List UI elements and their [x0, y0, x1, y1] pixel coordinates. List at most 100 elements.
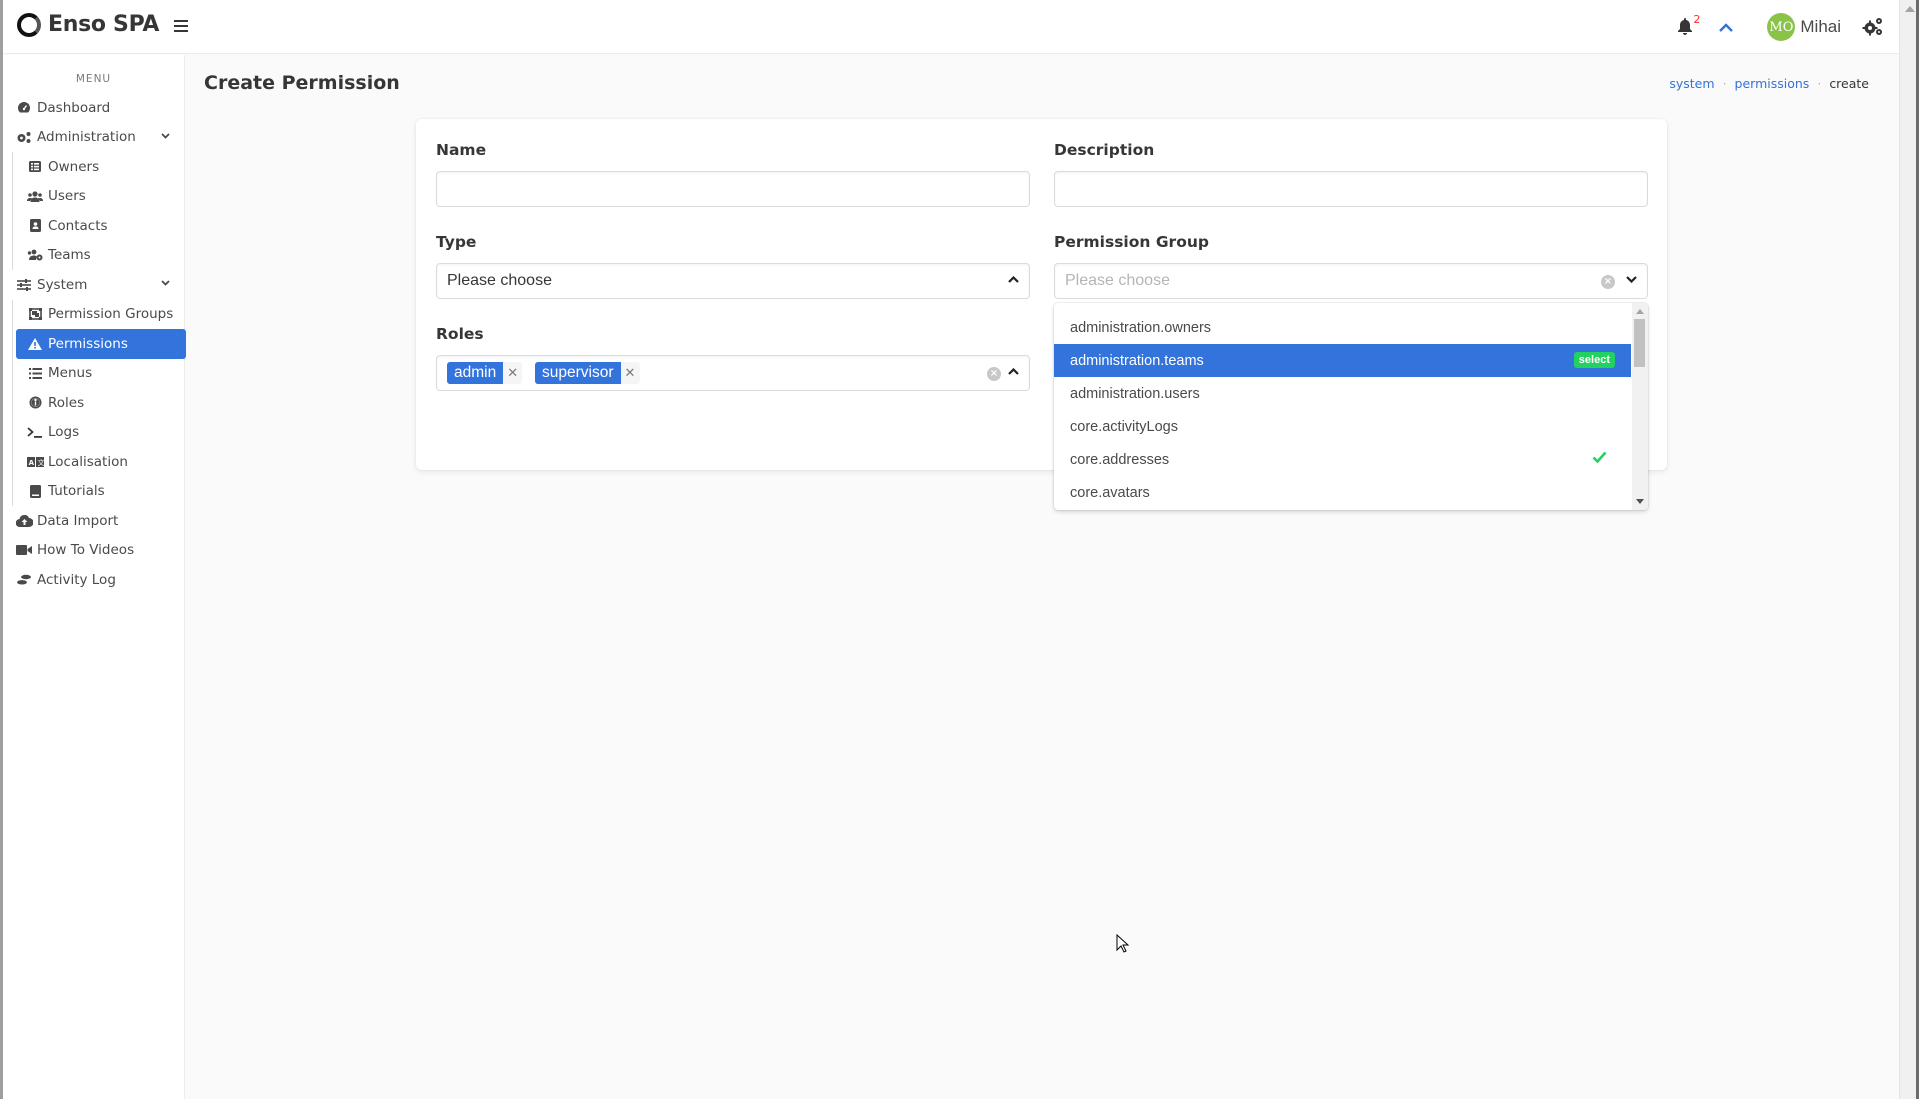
brand[interactable]: Enso SPA [17, 12, 159, 37]
type-selected-value: Please choose [447, 272, 552, 289]
sidebar-item-roles[interactable]: Roles [16, 388, 186, 418]
settings-button[interactable] [1861, 15, 1885, 39]
permission-group-dropdown: administration.owners administration.tea… [1054, 303, 1648, 510]
roles-multiselect[interactable]: admin ✕ supervisor ✕ × [436, 355, 1030, 391]
sidebar-item-dashboard[interactable]: Dashboard [3, 93, 184, 123]
sidebar-toggle-button[interactable] [174, 19, 188, 33]
page-title: Create Permission [204, 72, 400, 94]
video-icon [15, 545, 33, 556]
sidebar-item-system[interactable]: System [3, 270, 184, 300]
permission-group-label: Permission Group [1054, 233, 1209, 251]
check-icon [1592, 450, 1607, 467]
burger-line [174, 30, 188, 32]
option-label: core.addresses [1070, 451, 1170, 468]
sidebar-item-data-import[interactable]: Data Import [3, 506, 184, 536]
top-navbar: Enso SPA 2 MO Mihai [3, 0, 1899, 54]
sidebar-item-owners[interactable]: Owners [16, 152, 186, 182]
sidebar-item-label: Roles [48, 394, 85, 411]
sidebar-item-label: Localisation [48, 453, 128, 470]
sidebar-item-label: Permissions [48, 335, 128, 352]
app-title: Enso SPA [48, 12, 160, 37]
scroll-up-arrow-icon[interactable] [1636, 309, 1644, 314]
type-label: Type [436, 233, 477, 251]
name-field[interactable] [436, 171, 1030, 207]
address-card-icon [26, 219, 44, 233]
scroll-down-arrow-icon[interactable] [1636, 499, 1644, 504]
sidebar-item-label: Contacts [48, 217, 108, 234]
scrollbar-thumb[interactable] [1634, 319, 1645, 367]
notifications-button[interactable]: 2 [1677, 13, 1700, 36]
sidebar-item-label: Tutorials [48, 483, 105, 500]
name-input[interactable] [437, 172, 1029, 206]
page-scrollbar[interactable] [1899, 0, 1919, 1099]
terminal-icon [26, 427, 44, 438]
sidebar-item-administration[interactable]: Administration [3, 123, 184, 153]
sidebar-item-label: Permission Groups [48, 306, 174, 323]
sidebar-item-label: Menus [48, 365, 93, 382]
chevron-up-icon [1008, 365, 1019, 378]
chevron-down-icon [161, 278, 170, 289]
option-label: administration.users [1070, 385, 1200, 402]
cogs-icon [15, 131, 33, 144]
sidebar-item-menus[interactable]: Menus [16, 359, 186, 389]
dropdown-scrollbar[interactable] [1632, 303, 1648, 510]
cloud-upload-icon [15, 514, 33, 527]
menu-label: MENU [75, 73, 112, 85]
breadcrumb-system[interactable]: system [1669, 76, 1714, 91]
option-label: administration.owners [1070, 319, 1212, 336]
scroll-up-arrow-icon[interactable] [1905, 6, 1915, 12]
sidebar-item-logs[interactable]: Logs [16, 418, 186, 448]
dropdown-option[interactable]: administration.owners [1054, 311, 1631, 344]
chevron-down-icon [1626, 273, 1637, 286]
option-label: administration.teams [1070, 352, 1204, 369]
user-name: Mihai [1800, 17, 1841, 36]
sidebar-item-label: Dashboard [37, 99, 111, 116]
role-tag: supervisor ✕ [535, 362, 640, 384]
description-field[interactable] [1054, 171, 1648, 207]
sidebar-item-label: Activity Log [37, 571, 116, 588]
permission-group-select[interactable]: Please choose × [1054, 263, 1648, 299]
object-group-icon [26, 308, 44, 321]
dropdown-option[interactable]: administration.users [1054, 377, 1631, 410]
list-icon [26, 367, 44, 379]
chevron-up-icon[interactable] [1719, 18, 1734, 37]
sidebar-item-contacts[interactable]: Contacts [16, 211, 186, 241]
sidebar-item-tutorials[interactable]: Tutorials [16, 477, 186, 507]
breadcrumb-separator: · [1722, 76, 1727, 91]
remove-tag-icon[interactable]: ✕ [620, 362, 640, 384]
dropdown-option[interactable]: core.avatars [1054, 476, 1631, 509]
users-icon [26, 191, 44, 202]
sidebar-item-how-to-videos[interactable]: How To Videos [3, 536, 184, 566]
chevron-down-icon [161, 131, 170, 142]
clear-icon[interactable]: × [987, 367, 1001, 381]
tachometer-icon [15, 101, 33, 114]
sidebar-item-teams[interactable]: Teams [16, 241, 186, 271]
dropdown-option[interactable]: administration.teams select [1054, 344, 1631, 377]
book-icon [26, 484, 44, 498]
breadcrumb-create: create [1829, 76, 1869, 91]
role-tag-label: supervisor [535, 362, 621, 384]
sidebar-item-permission-groups[interactable]: Permission Groups [16, 300, 186, 330]
sidebar-item-label: Logs [48, 424, 80, 441]
sliders-icon [15, 278, 33, 291]
user-menu[interactable]: MO Mihai [1767, 13, 1861, 41]
svg-text:A: A [28, 459, 34, 467]
dropdown-option[interactable]: core.activityLogs [1054, 410, 1631, 443]
user-circle-icon [26, 396, 44, 409]
warning-icon [26, 337, 44, 350]
burger-line [174, 25, 188, 27]
administration-submenu: Owners Users Contacts Teams [12, 152, 186, 270]
type-select[interactable]: Please choose [436, 263, 1030, 299]
clear-icon[interactable]: × [1601, 275, 1615, 289]
sidebar-item-permissions[interactable]: Permissions [16, 329, 186, 359]
sidebar-item-users[interactable]: Users [16, 182, 186, 212]
description-input[interactable] [1055, 172, 1647, 206]
dropdown-option[interactable]: core.addresses [1054, 443, 1631, 476]
sidebar-item-label: Teams [48, 247, 91, 264]
dropdown-options: administration.owners administration.tea… [1054, 311, 1631, 509]
sidebar-item-localisation[interactable]: A文 Localisation [16, 447, 186, 477]
cogs-icon [1862, 18, 1882, 36]
remove-tag-icon[interactable]: ✕ [503, 362, 523, 384]
breadcrumb-permissions[interactable]: permissions [1735, 76, 1810, 91]
sidebar-item-activity-log[interactable]: Activity Log [3, 565, 184, 595]
